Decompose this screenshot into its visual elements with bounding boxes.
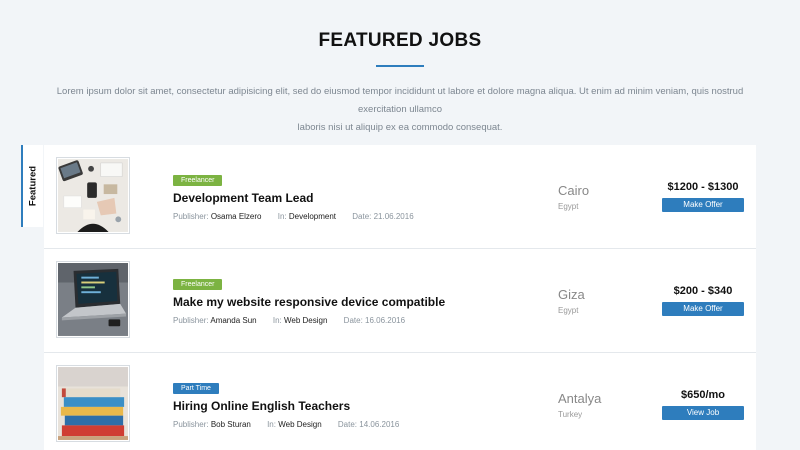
job-price: $200 - $340 [673, 285, 733, 297]
job-row: Freelancer Development Team Lead Publish… [44, 145, 756, 249]
date-value: 14.06.2016 [359, 420, 400, 429]
publisher-name[interactable]: Bob Sturan [211, 420, 251, 429]
job-price: $650/mo [680, 389, 726, 401]
job-meta: Publisher: Amanda Sun In: Web Design Dat… [173, 316, 419, 325]
job-title[interactable]: Make my website responsive device compat… [173, 295, 445, 309]
job-list: Freelancer Development Team Lead Publish… [44, 145, 756, 450]
job-thumbnail[interactable] [56, 365, 130, 442]
job-type-badge: Freelancer [173, 175, 223, 186]
featured-tab-label: Featured [27, 165, 39, 207]
category-label: In: [267, 420, 276, 429]
category-name[interactable]: Web Design [284, 316, 327, 325]
publisher-label: Publisher: [173, 212, 209, 221]
date-label: Date: [343, 316, 363, 325]
job-price: $1200 - $1300 [667, 181, 739, 193]
date-value: 16.06.2016 [365, 316, 406, 325]
category-name[interactable]: Development [289, 212, 336, 221]
job-city: Antalya [558, 391, 602, 406]
make-offer-button[interactable]: Make Offer [662, 198, 744, 212]
job-row: Freelancer Make my website responsive de… [44, 249, 756, 353]
date-value: 21.06.2016 [373, 212, 414, 221]
category-label: In: [272, 316, 282, 325]
publisher-name[interactable]: Amanda Sun [210, 316, 256, 325]
job-title[interactable]: Hiring Online English Teachers [173, 399, 350, 413]
job-meta: Publisher: Osama Elzero In: Development … [173, 212, 428, 221]
job-country: Egypt [558, 306, 579, 315]
title-underline [376, 65, 424, 67]
publisher-name[interactable]: Osama Elzero [211, 212, 262, 221]
date-label: Date: [352, 212, 372, 221]
publisher-label: Publisher: [173, 420, 209, 429]
job-row: Part Time Hiring Online English Teachers… [44, 353, 756, 450]
date-label: Date: [337, 420, 358, 429]
job-country: Turkey [558, 410, 583, 419]
publisher-label: Publisher: [173, 316, 209, 325]
intro-text: Lorem ipsum dolor sit amet, consectetur … [40, 83, 760, 137]
job-city: Giza [558, 287, 585, 302]
job-thumbnail[interactable] [56, 261, 130, 338]
job-city: Cairo [558, 183, 590, 198]
job-type-badge: Part Time [173, 383, 219, 394]
job-title[interactable]: Development Team Lead [173, 191, 313, 205]
laptop-image [58, 263, 128, 336]
page-title: FEATURED JOBS [318, 30, 482, 51]
intro-line-1: Lorem ipsum dolor sit amet, consectetur … [56, 86, 744, 115]
make-offer-button[interactable]: Make Offer [662, 302, 744, 316]
intro-line-2: laboris nisi ut aliquip ex ea commodo co… [297, 122, 503, 133]
job-type-badge: Freelancer [173, 279, 223, 290]
category-name[interactable]: Web Design [278, 420, 321, 429]
job-meta: Publisher: Bob Sturan In: Web Design Dat… [173, 420, 413, 429]
view-job-button[interactable]: View Job [662, 406, 744, 420]
job-country: Egypt [558, 202, 579, 211]
books-image [58, 367, 128, 440]
category-label: In: [277, 212, 287, 221]
featured-tab[interactable]: Featured [21, 145, 43, 227]
desk-workspace-image [58, 159, 128, 232]
job-thumbnail[interactable] [56, 157, 130, 234]
